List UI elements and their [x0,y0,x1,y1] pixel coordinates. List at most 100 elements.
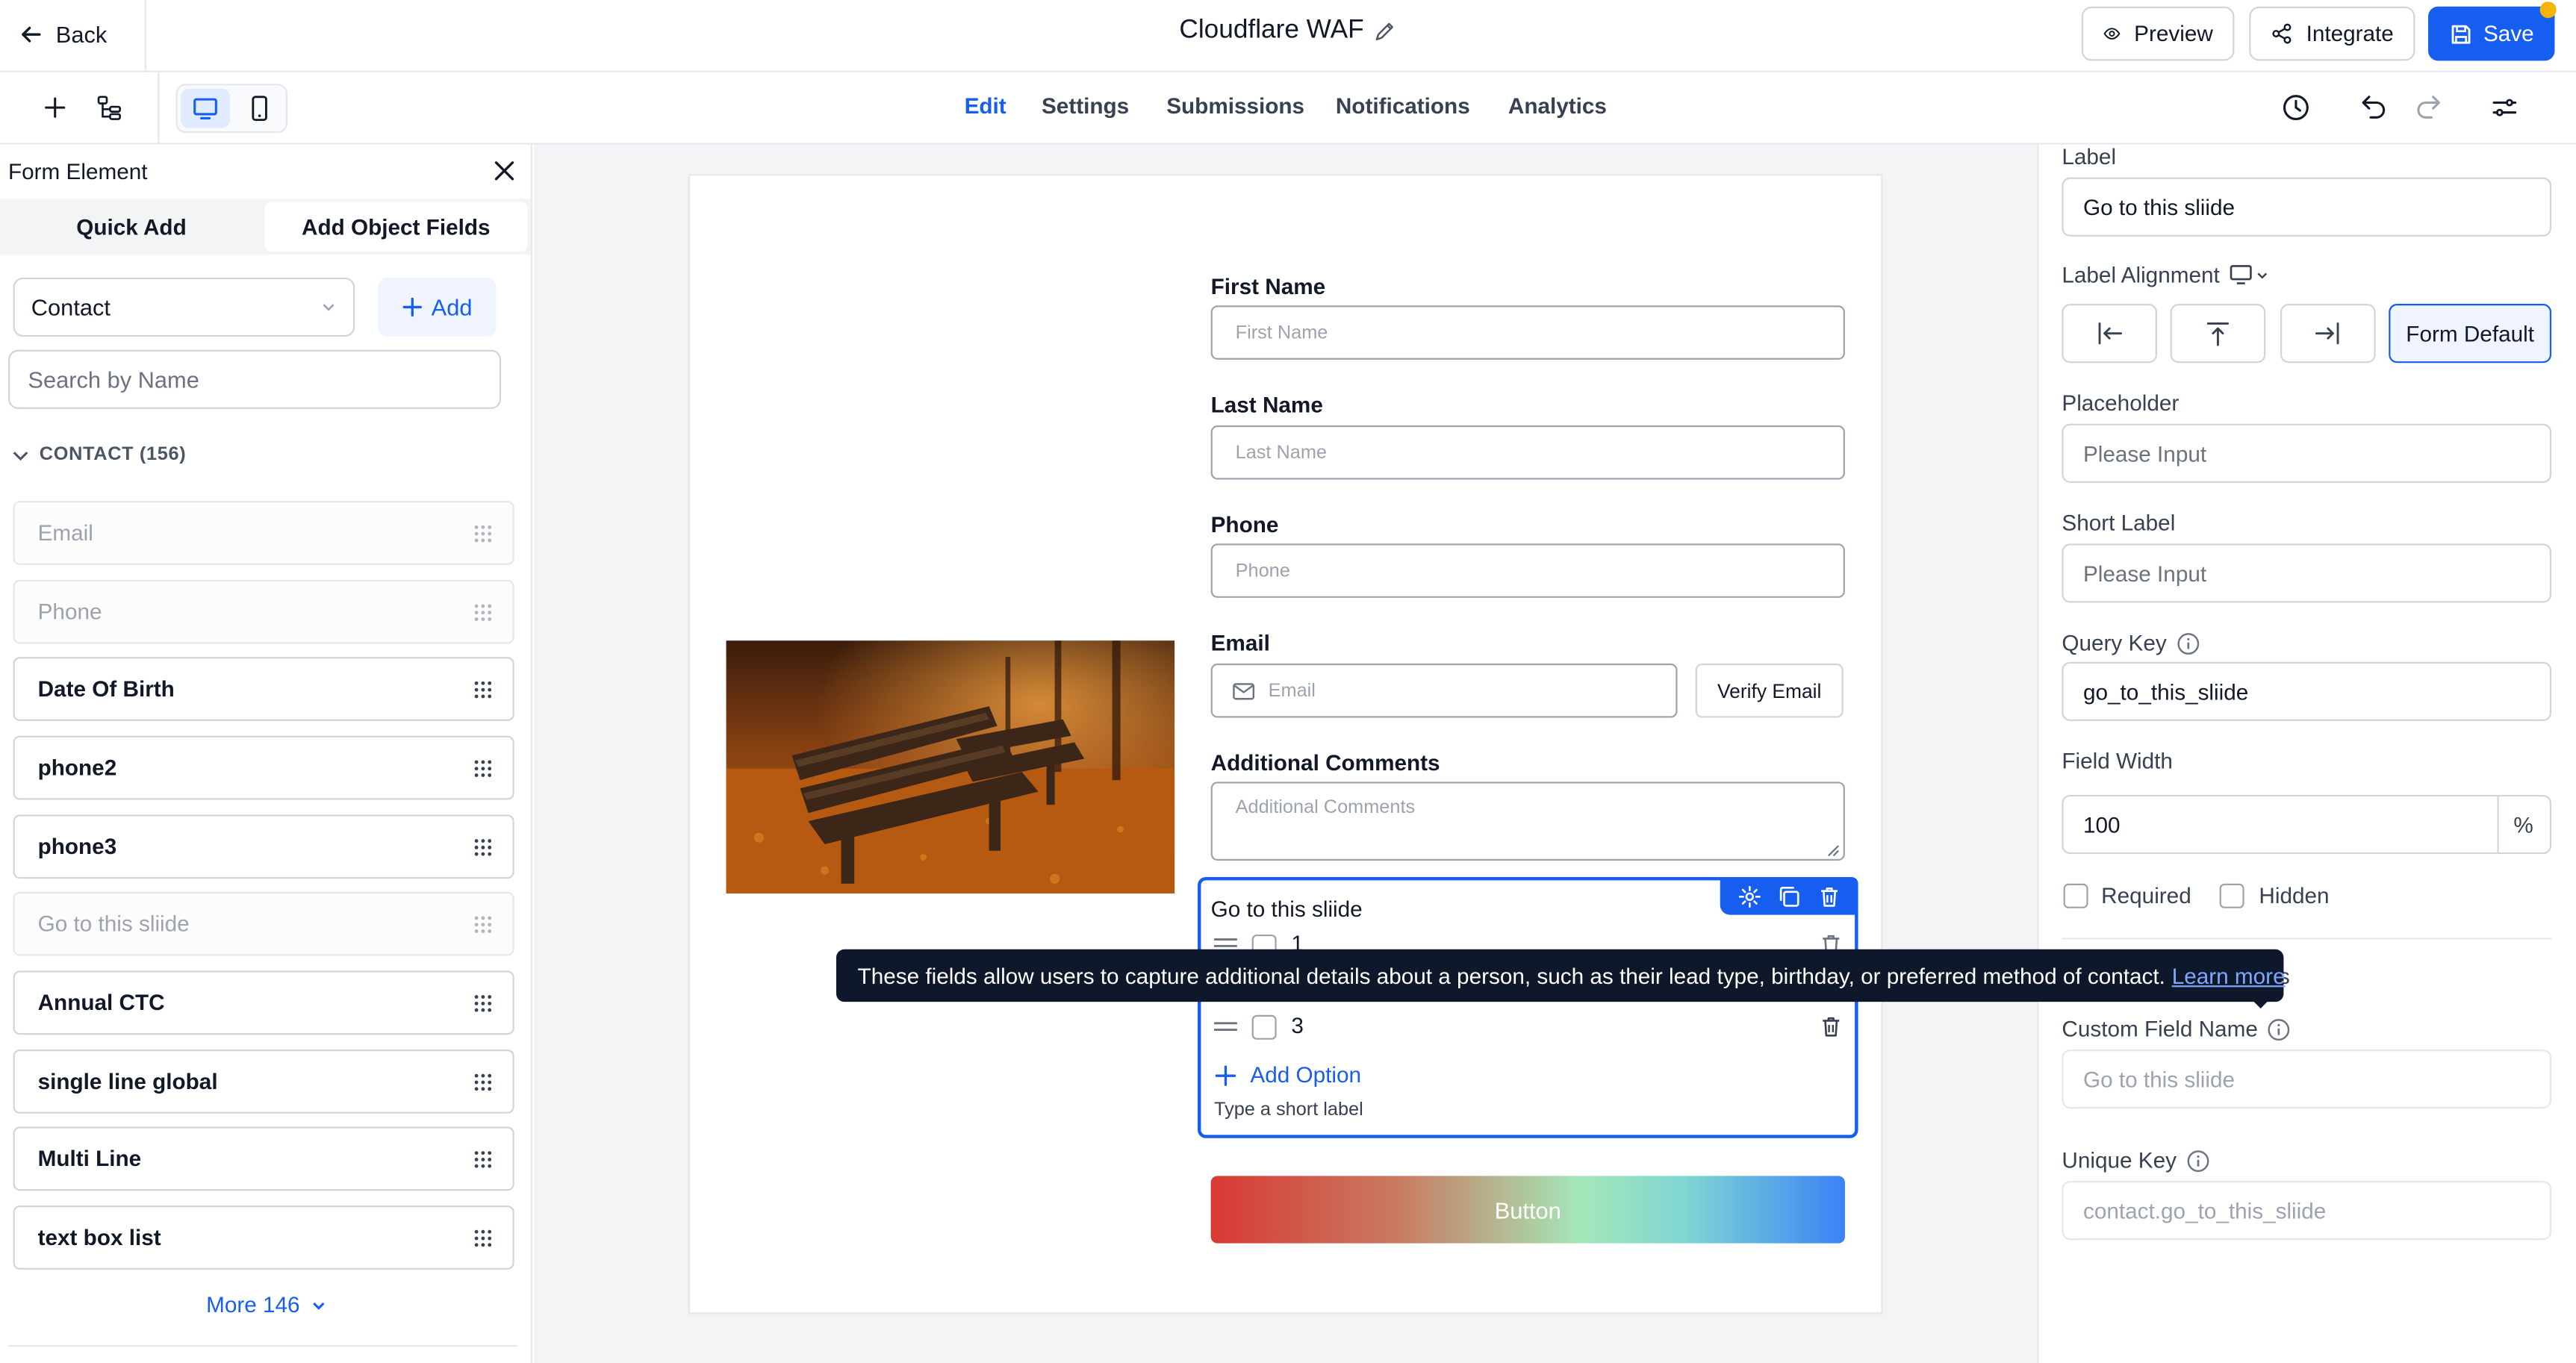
close-icon[interactable] [493,159,516,182]
drag-handle-icon[interactable] [473,679,493,699]
drag-handle-icon[interactable] [473,602,493,621]
redo-icon[interactable] [2413,92,2443,122]
field-item-single-line-global[interactable]: single line global [13,1049,514,1114]
short-label-hint: Type a short label [1214,1100,1363,1120]
tab-settings[interactable]: Settings [1042,93,1129,118]
preview-button[interactable]: Preview [2081,6,2235,61]
align-top-button[interactable] [2170,304,2266,364]
field-item-email[interactable]: Email [13,501,514,565]
hidden-checkbox[interactable] [2219,883,2244,908]
tab-edit[interactable]: Edit [965,93,1007,118]
last-name-input[interactable]: Last Name [1210,425,1845,480]
drag-handle-icon[interactable] [473,837,493,856]
field-item-date-of-birth[interactable]: Date Of Birth [13,657,514,721]
panel-title: Form Element [8,159,148,184]
object-select[interactable]: Contact [13,277,355,337]
form-element-panel: Form Element Quick Add Add Object Fields… [0,144,532,1363]
top-bar: Back Cloudflare WAF Preview Integrate Sa… [0,0,2576,72]
add-option-button[interactable]: Add Option [1214,1063,1361,1088]
drag-handle-icon[interactable] [473,758,493,777]
form-submit-button[interactable]: Button [1210,1176,1845,1244]
trash-icon[interactable] [1818,885,1840,908]
save-button[interactable]: Save [2428,6,2555,61]
more-fields-link[interactable]: More 146 [0,1293,532,1317]
plus-icon[interactable] [43,96,67,120]
field-item-phone2[interactable]: phone2 [13,735,514,800]
tab-analytics[interactable]: Analytics [1508,93,1607,118]
label-input[interactable]: Go to this sliide [2062,177,2552,237]
drag-handle-icon[interactable] [473,1149,493,1168]
add-object-button[interactable]: Add [378,277,497,337]
park-bench-image[interactable] [726,640,1175,893]
gear-icon[interactable] [1738,885,1761,908]
comments-textarea[interactable]: Additional Comments [1210,782,1845,861]
required-label: Required [2101,883,2191,908]
preview-label: Preview [2134,21,2213,46]
drag-handle-icon[interactable] [473,523,493,543]
tab-add-object-fields[interactable]: Add Object Fields [264,202,528,252]
drag-handle-icon[interactable] [473,1228,493,1247]
drag-handle-icon[interactable] [473,993,493,1012]
layers-icon[interactable] [96,93,123,121]
required-checkbox[interactable] [2063,883,2088,908]
field-item-label: phone2 [37,755,117,781]
field-item-label: Go to this sliide [37,911,190,937]
info-icon[interactable] [2186,1149,2209,1172]
label-alignment-label: Label Alignment [2062,263,2268,287]
field-item-phone[interactable]: Phone [13,579,514,644]
group-label: CONTACT (156) [39,445,187,465]
field-item-annual-ctc[interactable]: Annual CTC [13,970,514,1035]
first-name-label: First Name [1210,274,1326,299]
chevron-down-icon [13,450,28,461]
info-icon[interactable] [2268,1017,2291,1041]
first-name-input[interactable]: First Name [1210,305,1845,360]
field-item-multi-line[interactable]: Multi Line [13,1126,514,1191]
query-key-input[interactable]: go_to_this_sliide [2062,661,2552,721]
verify-email-button[interactable]: Verify Email [1695,663,1844,718]
align-form-default-button[interactable]: Form Default [2389,304,2552,364]
field-item-text-box-list[interactable]: text box list [13,1206,514,1270]
sliders-icon[interactable] [2491,93,2519,121]
mail-icon [1233,682,1255,699]
option-checkbox[interactable] [1251,1014,1277,1040]
desktop-view-button[interactable] [181,88,231,128]
pencil-icon[interactable] [1374,19,1397,43]
field-width-input[interactable]: 100 [2062,794,2499,855]
integrate-button[interactable]: Integrate [2249,6,2415,61]
monitor-icon[interactable] [2230,264,2253,286]
placeholder-input[interactable]: Please Input [2062,423,2552,483]
phone-input[interactable]: Phone [1210,543,1845,598]
field-item-go-to-this-sliide[interactable]: Go to this sliide [13,891,514,956]
add-label: Add [431,293,473,321]
field-item-phone3[interactable]: phone3 [13,814,514,879]
tab-notifications[interactable]: Notifications [1336,93,1470,118]
info-icon[interactable] [2177,631,2200,655]
tab-submissions[interactable]: Submissions [1166,93,1304,118]
tab-quick-add[interactable]: Quick Add [0,202,263,252]
undo-icon[interactable] [2359,92,2389,122]
align-top-icon [2206,322,2230,346]
email-input[interactable]: Email [1210,663,1678,718]
device-toggle [175,84,288,134]
history-icon[interactable] [2280,92,2312,123]
short-label-input[interactable]: Please Input [2062,543,2552,603]
integrate-label: Integrate [2306,21,2394,46]
form-title-text: Cloudflare WAF [1179,16,1364,45]
tooltip-text: These fields allow users to capture addi… [857,963,2165,988]
align-left-button[interactable] [2062,304,2157,364]
drag-lines-icon[interactable] [1213,1020,1239,1033]
search-input[interactable] [8,349,502,409]
learn-more-link[interactable]: Learn more [2172,963,2286,988]
segmented-control: Quick Add Add Object Fields [0,199,531,255]
group-header-contact[interactable]: CONTACT (156) [11,445,187,465]
align-right-button[interactable] [2280,304,2376,364]
chevron-down-icon[interactable] [2256,269,2269,282]
drag-handle-icon[interactable] [473,914,493,933]
mobile-view-button[interactable] [235,89,284,128]
trash-icon[interactable] [1820,1015,1842,1038]
copy-icon[interactable] [1779,885,1802,908]
resize-handle-icon[interactable] [1827,844,1841,858]
drag-handle-icon[interactable] [473,1072,493,1091]
drag-lines-icon[interactable] [1213,936,1239,949]
field-item-label: Email [37,520,93,546]
